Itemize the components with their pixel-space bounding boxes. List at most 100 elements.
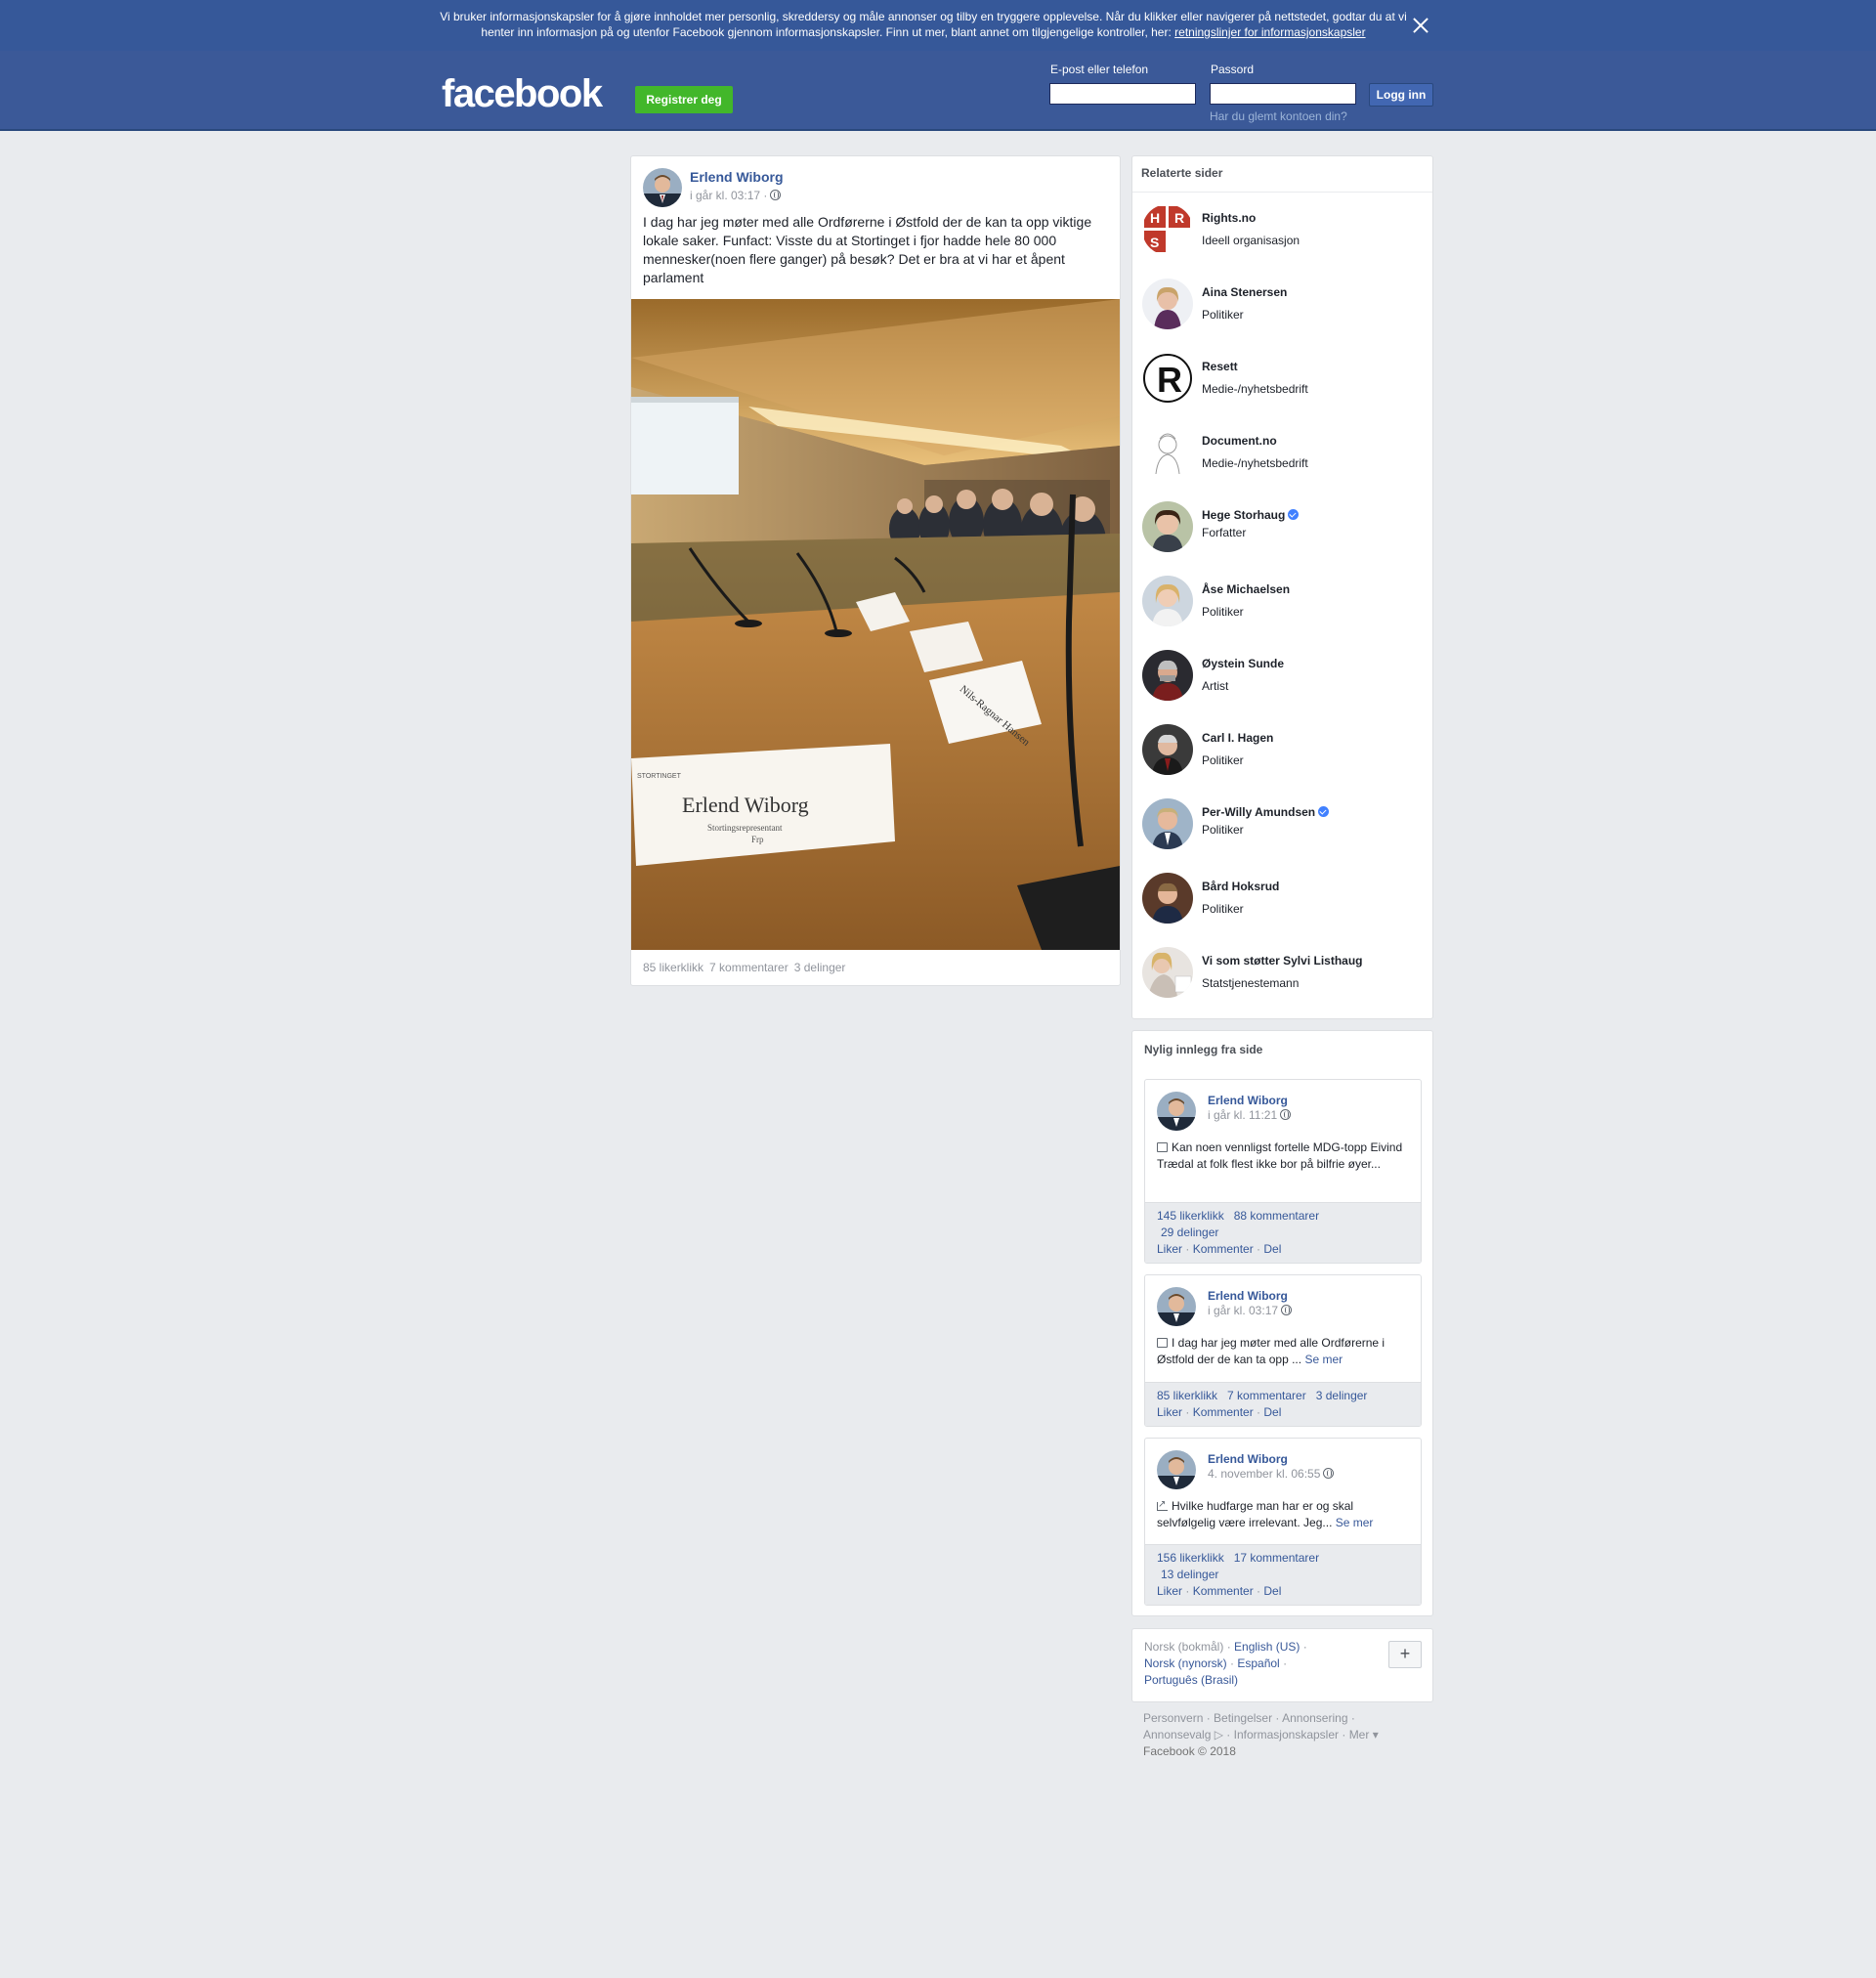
footer-link[interactable]: Personvern: [1143, 1711, 1203, 1725]
footer-link[interactable]: Informasjonskapsler: [1234, 1728, 1339, 1742]
related-item-name[interactable]: Aina Stenersen: [1202, 285, 1287, 299]
rights-logo[interactable]: H R S: [1142, 204, 1193, 255]
like-action[interactable]: Liker: [1157, 1242, 1182, 1256]
footer-link[interactable]: Mer: [1349, 1728, 1370, 1742]
see-more-link[interactable]: Se mer: [1336, 1516, 1374, 1529]
related-item[interactable]: Aina Stenersen Politiker: [1142, 279, 1426, 333]
avatar[interactable]: [1142, 947, 1193, 998]
recent-post-author[interactable]: Erlend Wiborg: [1208, 1452, 1288, 1466]
nameplate-name: Erlend Wiborg: [682, 793, 809, 817]
more-languages-button[interactable]: +: [1388, 1641, 1422, 1668]
comments-count[interactable]: 7 kommentarer: [1227, 1389, 1306, 1402]
recent-post-time[interactable]: i går kl. 03:17: [1208, 1304, 1293, 1317]
related-item[interactable]: Øystein Sunde Artist: [1142, 650, 1426, 705]
recent-post-timestamp[interactable]: i går kl. 03:17: [1208, 1304, 1278, 1317]
resett-logo[interactable]: R: [1142, 353, 1193, 404]
related-item-name[interactable]: Resett: [1202, 360, 1238, 373]
language-link[interactable]: English (US): [1234, 1640, 1300, 1654]
related-item-name[interactable]: Bård Hoksrud: [1202, 880, 1279, 893]
shares-count[interactable]: 3 delinger: [794, 961, 846, 974]
recent-post-author[interactable]: Erlend Wiborg: [1208, 1094, 1288, 1107]
related-item[interactable]: Bård Hoksrud Politiker: [1142, 873, 1426, 927]
related-item[interactable]: Hege Storhaug Forfatter: [1142, 501, 1426, 556]
logo-letter: R: [1174, 210, 1184, 226]
footer-link[interactable]: Annonsevalg: [1143, 1728, 1211, 1742]
comments-count[interactable]: 7 kommentarer: [709, 961, 789, 974]
forgot-account-link[interactable]: Har du glemt kontoen din?: [1210, 109, 1347, 123]
comment-action[interactable]: Kommenter: [1193, 1405, 1254, 1419]
share-action[interactable]: Del: [1263, 1405, 1281, 1419]
avatar[interactable]: [1142, 576, 1193, 626]
recent-post-author[interactable]: Erlend Wiborg: [1208, 1289, 1288, 1303]
post-time[interactable]: i går kl. 03:17 ·: [690, 189, 767, 202]
language-link[interactable]: Português (Brasil): [1144, 1673, 1238, 1687]
language-link[interactable]: Español: [1237, 1656, 1279, 1670]
recent-post-footer: 156 likerklikk 17 kommentarer 13 delinger…: [1145, 1544, 1421, 1605]
related-item[interactable]: Åse Michaelsen Politiker: [1142, 576, 1426, 630]
related-item[interactable]: H R S Rights.no Ideell organisasjon: [1142, 204, 1426, 259]
post-author-link[interactable]: Erlend Wiborg: [690, 169, 784, 185]
related-item[interactable]: R Resett Medie-/nyhetsbedrift: [1142, 353, 1426, 408]
post-timestamp[interactable]: i går kl. 03:17 ·: [690, 189, 782, 202]
avatar[interactable]: [1142, 724, 1193, 775]
recent-posts: Nylig innlegg fra side Erlend Wiborg i g…: [1131, 1030, 1433, 1616]
shares-count[interactable]: 3 delinger: [1316, 1389, 1368, 1402]
cookie-policy-link[interactable]: retningslinjer for informasjonskapsler: [1174, 25, 1365, 39]
avatar[interactable]: [1142, 279, 1193, 329]
comments-count[interactable]: 88 kommentarer: [1234, 1209, 1319, 1223]
recent-post-time[interactable]: i går kl. 11:21: [1208, 1108, 1292, 1122]
comment-action[interactable]: Kommenter: [1193, 1242, 1254, 1256]
likes-count[interactable]: 85 likerklikk: [1157, 1389, 1217, 1402]
related-item[interactable]: Document.no Medie-/nyhetsbedrift: [1142, 427, 1426, 482]
share-action[interactable]: Del: [1263, 1242, 1281, 1256]
like-action[interactable]: Liker: [1157, 1584, 1182, 1598]
comments-count[interactable]: 17 kommentarer: [1234, 1551, 1319, 1565]
avatar[interactable]: [1142, 798, 1193, 849]
recent-post-time[interactable]: 4. november kl. 06:55: [1208, 1467, 1335, 1481]
related-item-name[interactable]: Vi som støtter Sylvi Listhaug: [1202, 954, 1362, 968]
email-field[interactable]: [1049, 83, 1196, 105]
related-item-name[interactable]: Document.no: [1202, 434, 1277, 448]
shares-count[interactable]: 29 delinger: [1161, 1226, 1218, 1239]
likes-count[interactable]: 85 likerklikk: [643, 961, 704, 974]
related-item-name[interactable]: Hege Storhaug: [1202, 508, 1300, 522]
related-item[interactable]: Carl I. Hagen Politiker: [1142, 724, 1426, 779]
related-item[interactable]: Vi som støtter Sylvi Listhaug Statstjene…: [1142, 947, 1426, 1002]
recent-post-timestamp[interactable]: i går kl. 11:21: [1208, 1108, 1277, 1122]
related-item-label[interactable]: Hege Storhaug: [1202, 508, 1285, 522]
chevron-down-icon[interactable]: ▾: [1369, 1728, 1379, 1742]
avatar[interactable]: [1157, 1287, 1196, 1326]
share-action[interactable]: Del: [1263, 1584, 1281, 1598]
related-item-name[interactable]: Carl I. Hagen: [1202, 731, 1273, 745]
recent-post-timestamp[interactable]: 4. november kl. 06:55: [1208, 1467, 1320, 1481]
avatar[interactable]: [1142, 501, 1193, 552]
related-item[interactable]: Per-Willy Amundsen Politiker: [1142, 798, 1426, 853]
register-button[interactable]: Registrer deg: [635, 86, 733, 113]
avatar[interactable]: [1157, 1450, 1196, 1489]
related-item-category: Politiker: [1202, 823, 1244, 837]
likes-count[interactable]: 145 likerklikk: [1157, 1209, 1224, 1223]
language-link[interactable]: Norsk (nynorsk): [1144, 1656, 1227, 1670]
likes-count[interactable]: 156 likerklikk: [1157, 1551, 1224, 1565]
avatar[interactable]: [1142, 650, 1193, 701]
login-button[interactable]: Logg inn: [1369, 83, 1433, 107]
see-more-link[interactable]: Se mer: [1304, 1353, 1343, 1366]
avatar[interactable]: [1142, 873, 1193, 924]
avatar[interactable]: [643, 168, 682, 207]
comment-action[interactable]: Kommenter: [1193, 1584, 1254, 1598]
shares-count[interactable]: 13 delinger: [1161, 1568, 1218, 1581]
footer-link[interactable]: Betingelser: [1214, 1711, 1272, 1725]
related-item-label[interactable]: Per-Willy Amundsen: [1202, 805, 1315, 819]
related-item-name[interactable]: Per-Willy Amundsen: [1202, 805, 1330, 819]
related-item-name[interactable]: Øystein Sunde: [1202, 657, 1284, 670]
footer-link[interactable]: Annonsering: [1282, 1711, 1347, 1725]
document-logo[interactable]: [1142, 427, 1193, 478]
related-item-name[interactable]: Rights.no: [1202, 211, 1256, 225]
facebook-logo[interactable]: facebook: [442, 72, 603, 116]
like-action[interactable]: Liker: [1157, 1405, 1182, 1419]
close-icon[interactable]: [1411, 16, 1430, 35]
password-field[interactable]: [1210, 83, 1356, 105]
avatar[interactable]: [1157, 1092, 1196, 1131]
post-photo[interactable]: Nils-Ragnar Hansen STORTINGET Erlend Wib…: [631, 299, 1120, 950]
related-item-name[interactable]: Åse Michaelsen: [1202, 582, 1290, 596]
